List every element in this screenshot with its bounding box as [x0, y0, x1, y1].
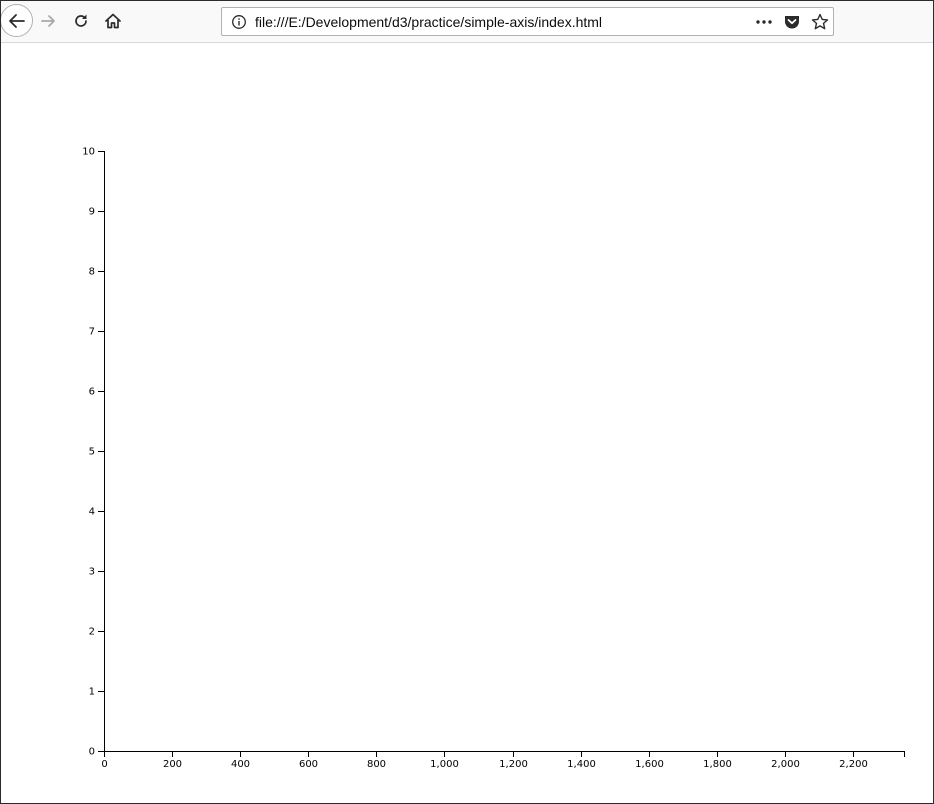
url-text[interactable]: file:///E:/Development/d3/practice/simpl…: [255, 14, 602, 31]
y-tick-label: 8: [89, 267, 95, 278]
x-tick-label: 2,200: [839, 759, 868, 770]
y-tick-label: 10: [82, 147, 95, 158]
x-tick-label: 1,400: [567, 759, 596, 770]
home-icon: [104, 12, 122, 30]
x-tick-label: 800: [367, 759, 386, 770]
reload-button[interactable]: [65, 5, 97, 37]
pocket-icon[interactable]: [783, 13, 801, 31]
forward-button[interactable]: [33, 5, 65, 37]
home-button[interactable]: [97, 5, 129, 37]
forward-arrow-icon: [40, 12, 58, 30]
browser-toolbar: file:///E:/Development/d3/practice/simpl…: [1, 1, 933, 43]
x-tick-label: 2,000: [771, 759, 800, 770]
x-tick-label: 600: [299, 759, 318, 770]
more-dots-icon[interactable]: [755, 13, 773, 31]
info-icon[interactable]: [231, 14, 247, 30]
y-tick-label: 5: [89, 447, 95, 458]
back-arrow-icon: [7, 11, 27, 31]
page-content: 0 1 2 3 4 5 6 7 8 9 10 0 200 400 600 800 1,000 1,200 1,400…: [1, 43, 933, 803]
x-tick-label: 1,200: [499, 759, 528, 770]
y-tick-label: 2: [89, 627, 95, 638]
x-axis-domain: [104, 751, 905, 757]
y-tick-label: 0: [89, 747, 95, 758]
y-tick-label: 7: [89, 327, 95, 338]
x-tick-label: 1,800: [703, 759, 732, 770]
x-tick-label: 200: [163, 759, 182, 770]
y-tick-label: 9: [89, 207, 95, 218]
y-tick-label: 4: [89, 507, 95, 518]
y-tick-label: 3: [89, 567, 95, 578]
url-bar[interactable]: file:///E:/Development/d3/practice/simpl…: [221, 7, 834, 36]
y-tick-label: 6: [89, 387, 95, 398]
x-tick-label: 400: [231, 759, 250, 770]
x-tick-label: 0: [101, 759, 107, 770]
y-tick-label: 1: [89, 687, 95, 698]
reload-icon: [72, 12, 90, 30]
x-tick-label: 1,000: [430, 759, 459, 770]
browser-window: file:///E:/Development/d3/practice/simpl…: [0, 0, 934, 804]
back-button[interactable]: [1, 4, 33, 37]
chart: 0 1 2 3 4 5 6 7 8 9 10 0 200 400 600 800 1,000 1,200 1,400…: [82, 147, 905, 770]
star-icon[interactable]: [811, 13, 829, 31]
x-tick-label: 1,600: [635, 759, 664, 770]
